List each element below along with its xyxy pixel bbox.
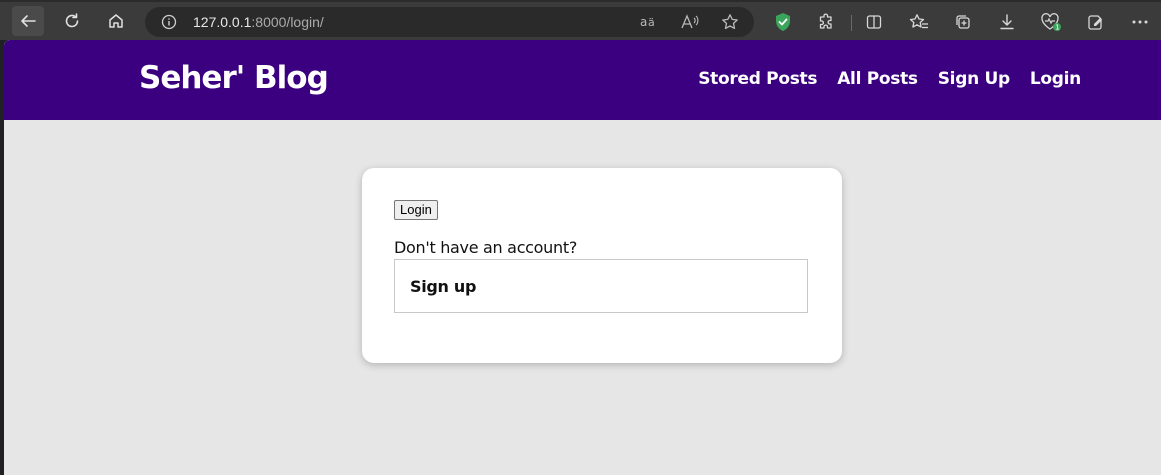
collections-icon[interactable]: [951, 10, 975, 34]
favorites-icon[interactable]: [907, 10, 931, 34]
extension-badge: 1: [1055, 24, 1059, 32]
login-button[interactable]: Login: [394, 200, 438, 220]
nav-link-login[interactable]: Login: [1030, 69, 1081, 89]
signup-box[interactable]: Sign up: [394, 259, 808, 313]
address-bar[interactable]: 127.0.0.1:8000/login/ aä: [145, 7, 754, 37]
more-options-icon[interactable]: [1128, 10, 1152, 34]
copilot-edit-icon[interactable]: [1083, 10, 1107, 34]
favorite-star-icon[interactable]: [719, 12, 741, 32]
nav-link-stored-posts[interactable]: Stored Posts: [698, 69, 817, 89]
back-arrow-icon: [21, 15, 36, 27]
web-page: Seher' Blog Stored Posts All Posts Sign …: [4, 40, 1161, 475]
toolbar-separator: [851, 15, 852, 31]
url-text[interactable]: 127.0.0.1:8000/login/: [193, 14, 324, 30]
home-button[interactable]: [100, 6, 132, 36]
site-header: Seher' Blog Stored Posts All Posts Sign …: [4, 40, 1161, 120]
extensions-puzzle-icon[interactable]: [814, 10, 838, 34]
svg-text:ä: ä: [648, 16, 655, 29]
nav-link-all-posts[interactable]: All Posts: [837, 69, 918, 89]
home-icon: [109, 14, 123, 28]
site-title[interactable]: Seher' Blog: [139, 60, 329, 96]
url-path: :8000/login/: [251, 14, 324, 30]
shield-extension-icon[interactable]: [771, 10, 795, 34]
svg-text:a: a: [640, 15, 647, 29]
browser-essentials-icon[interactable]: 1: [1039, 10, 1063, 34]
reload-button[interactable]: [56, 6, 88, 36]
split-screen-icon[interactable]: [862, 10, 886, 34]
browser-toolbar: 127.0.0.1:8000/login/ aä 1: [0, 0, 1161, 40]
login-card: Login Don't have an account? Sign up: [362, 168, 842, 363]
signup-link[interactable]: Sign up: [410, 277, 476, 296]
signup-prompt: Don't have an account?: [394, 238, 578, 257]
back-button[interactable]: [12, 6, 44, 36]
read-aloud-icon[interactable]: [679, 12, 701, 32]
site-info-icon[interactable]: [161, 14, 177, 35]
url-host: 127.0.0.1: [193, 14, 252, 30]
reload-icon: [65, 13, 79, 28]
downloads-icon[interactable]: [995, 10, 1019, 34]
site-nav: Stored Posts All Posts Sign Up Login: [698, 69, 1081, 89]
nav-link-sign-up[interactable]: Sign Up: [938, 69, 1010, 89]
translate-icon[interactable]: aä: [639, 12, 661, 32]
